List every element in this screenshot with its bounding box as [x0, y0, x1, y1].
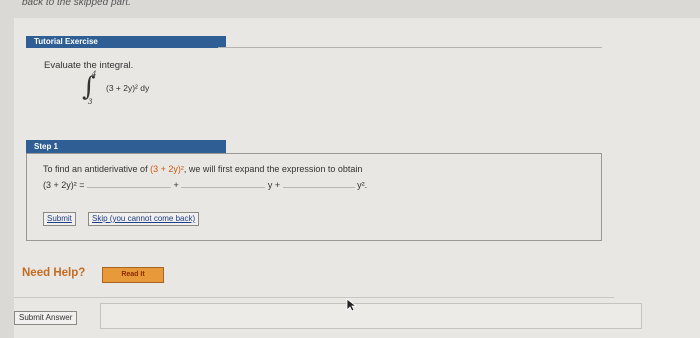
submit-button[interactable]: Submit: [43, 212, 76, 226]
skip-button[interactable]: Skip (you cannot come back): [88, 212, 200, 226]
integrand: (3 + 2y)² dy: [106, 83, 150, 93]
expansion-line: (3 + 2y)² = + y + y².: [43, 178, 367, 190]
integral-expression: ∫ 4 3 (3 + 2y)² dy: [82, 70, 149, 106]
mouse-cursor-icon: [346, 298, 358, 312]
read-it-button[interactable]: Read It: [102, 267, 164, 283]
step-box: To find an antiderivative of (3 + 2y)², …: [26, 153, 602, 241]
step-text-b: , we will first expand the expression to…: [183, 164, 363, 174]
expansion-lhs: (3 + 2y)² =: [43, 180, 85, 190]
y-plus-label: y +: [267, 180, 281, 190]
tutorial-header: Tutorial Exercise: [26, 36, 226, 48]
constant-term-input[interactable]: [87, 178, 172, 188]
skipped-part-note: back to the skipped part.: [22, 0, 131, 8]
bottom-divider: [14, 297, 614, 298]
need-help-label: Need Help?: [22, 267, 86, 279]
linear-coefficient-input[interactable]: [181, 178, 266, 188]
header-divider: [218, 47, 602, 48]
submit-answer-button[interactable]: Submit Answer: [14, 311, 78, 325]
step-instruction: To find an antiderivative of (3 + 2y)², …: [43, 164, 362, 174]
plus-sign: +: [173, 180, 179, 190]
answer-area: [100, 303, 642, 329]
step-text-a: To find an antiderivative of: [43, 164, 151, 174]
step-expression: (3 + 2y)²: [150, 164, 184, 174]
problem-prompt: Evaluate the integral.: [44, 60, 134, 71]
y-squared-label: y².: [357, 180, 368, 190]
step-header: Step 1: [26, 140, 226, 153]
integral-upper-limit: 4: [92, 70, 97, 78]
integral-lower-limit: 3: [88, 98, 93, 106]
quadratic-coefficient-input[interactable]: [282, 178, 355, 188]
